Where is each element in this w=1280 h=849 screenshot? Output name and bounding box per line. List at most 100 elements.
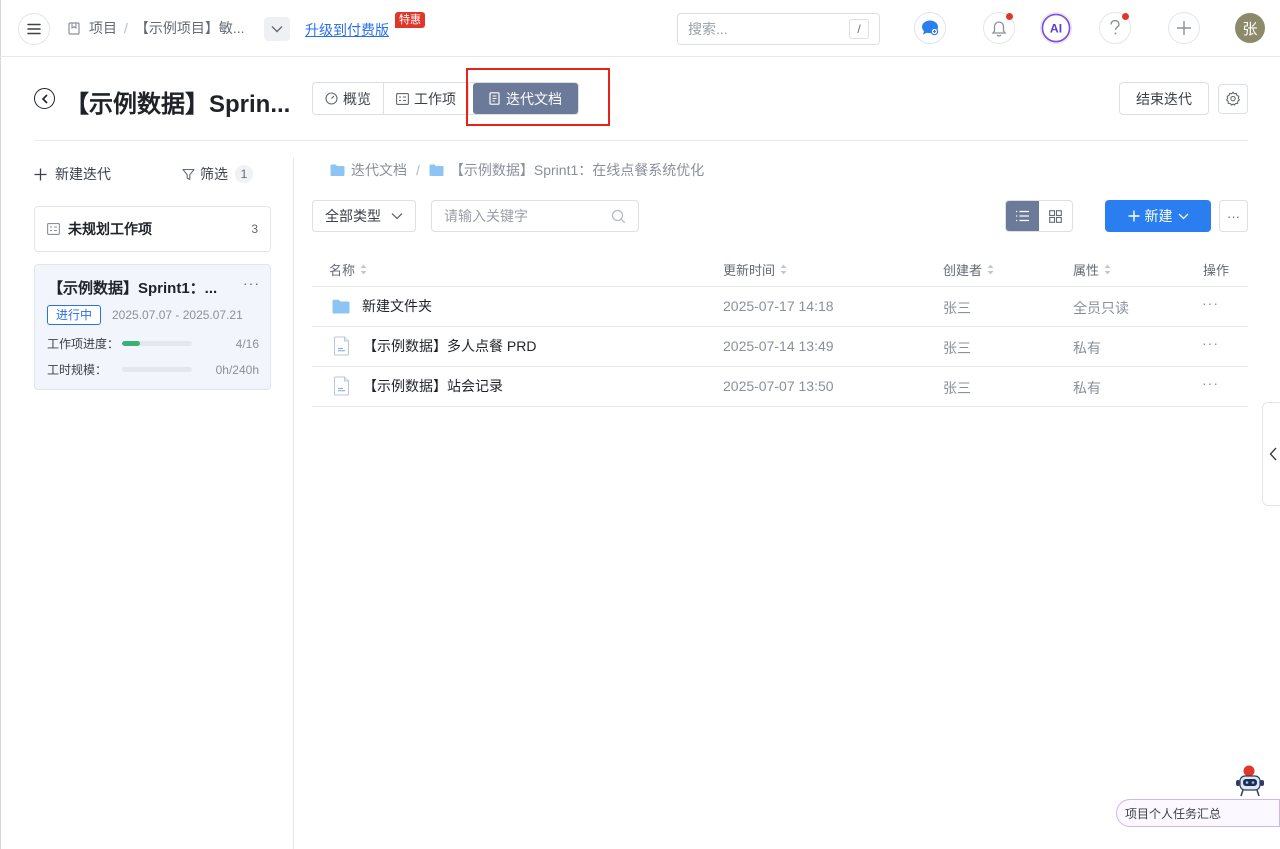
progress-value: 4/16 bbox=[235, 336, 259, 351]
tab-work-items-label: 工作项 bbox=[414, 90, 456, 107]
keyword-input[interactable] bbox=[444, 208, 611, 224]
sprint-date-range: 2025.07.07 - 2025.07.21 bbox=[112, 308, 243, 322]
filter-label: 筛选 bbox=[200, 166, 228, 182]
doc-breadcrumb-separator: / bbox=[416, 162, 420, 178]
sort-icon bbox=[987, 264, 994, 275]
doc-breadcrumb: 迭代文档 / 【示例数据】Sprint1：在线点餐系统优化 bbox=[330, 160, 704, 180]
back-button[interactable] bbox=[34, 88, 55, 109]
notification-dot bbox=[1006, 13, 1013, 20]
type-filter-value: 全部类型 bbox=[325, 208, 381, 224]
filter-button[interactable]: 筛选 1 bbox=[182, 164, 253, 184]
table-row[interactable]: 【示例数据】多人点餐 PRD 2025-07-14 13:49 张三 私有 ··… bbox=[312, 327, 1248, 367]
workload-value: 0h/240h bbox=[215, 362, 259, 377]
breadcrumb-project-link[interactable]: 项目 bbox=[89, 18, 117, 38]
keyword-search-field[interactable] bbox=[431, 200, 639, 232]
svg-text:AI: AI bbox=[1050, 22, 1062, 36]
unplanned-work-items[interactable]: 未规划工作项 3 bbox=[34, 206, 271, 252]
menu-button[interactable] bbox=[18, 13, 50, 45]
column-action-label: 操作 bbox=[1203, 263, 1230, 278]
tab-overview-label: 概览 bbox=[343, 90, 371, 107]
plus-icon bbox=[34, 168, 47, 180]
chat-bubble-icon bbox=[922, 20, 939, 36]
plus-icon bbox=[1177, 21, 1191, 35]
list-view-icon bbox=[1016, 210, 1029, 222]
row-name-cell: 【示例数据】多人点餐 PRD bbox=[332, 336, 536, 356]
unplanned-label: 未规划工作项 bbox=[68, 221, 152, 237]
folder-icon bbox=[429, 164, 444, 176]
ai-assistant-button[interactable]: AI bbox=[1040, 12, 1072, 44]
view-toggle bbox=[1005, 200, 1073, 232]
row-name[interactable]: 【示例数据】多人点餐 PRD bbox=[363, 336, 536, 356]
create-button[interactable]: 新建 bbox=[1105, 200, 1211, 232]
personal-task-summary-button[interactable]: 项目个人任务汇总 bbox=[1116, 799, 1280, 827]
row-name-cell: 新建文件夹 bbox=[332, 296, 432, 316]
filter-count-badge: 1 bbox=[235, 165, 253, 183]
column-name[interactable]: 名称 bbox=[329, 260, 367, 279]
folder-icon bbox=[332, 299, 350, 313]
bell-icon bbox=[991, 20, 1007, 37]
chevron-left-icon bbox=[41, 93, 48, 104]
help-button[interactable] bbox=[1099, 12, 1131, 44]
promo-badge: 特惠 bbox=[395, 12, 425, 28]
top-bar: 项目 / 【示例项目】敏... 升级到付费版 特惠 搜索... / AI 张 bbox=[0, 0, 1280, 57]
row-name[interactable]: 新建文件夹 bbox=[362, 296, 432, 316]
ai-icon: AI bbox=[1041, 13, 1071, 43]
column-name-label: 名称 bbox=[329, 263, 356, 278]
sort-icon bbox=[360, 264, 367, 275]
user-avatar[interactable]: 张 bbox=[1235, 13, 1265, 43]
upgrade-link[interactable]: 升级到付费版 bbox=[305, 20, 389, 40]
column-property[interactable]: 属性 bbox=[1073, 260, 1111, 279]
chat-button[interactable] bbox=[914, 12, 946, 44]
list-view-button[interactable] bbox=[1006, 201, 1039, 231]
highlight-annotation-box bbox=[466, 68, 610, 126]
more-options-button[interactable]: ··· bbox=[1219, 200, 1248, 232]
progress-metric: 工作项进度： 4/16 bbox=[47, 335, 259, 352]
sprint-card[interactable]: 【示例数据】Sprint1：... ··· 进行中 2025.07.07 - 2… bbox=[34, 264, 271, 390]
breadcrumb-current-project[interactable]: 【示例项目】敏... bbox=[135, 18, 245, 38]
plus-icon bbox=[1128, 210, 1139, 222]
type-filter-select[interactable]: 全部类型 bbox=[312, 200, 416, 232]
sprint-more-button[interactable]: ··· bbox=[243, 275, 260, 291]
progress-bar-fill bbox=[122, 341, 140, 346]
notifications-button[interactable] bbox=[983, 12, 1015, 44]
new-iteration-button[interactable]: 新建迭代 bbox=[34, 164, 111, 184]
column-action: 操作 bbox=[1203, 260, 1229, 279]
grid-view-button[interactable] bbox=[1039, 201, 1072, 231]
breadcrumb-separator: / bbox=[124, 20, 128, 36]
row-creator: 张三 bbox=[943, 340, 971, 356]
table-row[interactable]: 新建文件夹 2025-07-17 14:18 张三 全员只读 ··· bbox=[312, 287, 1248, 327]
column-updated-label: 更新时间 bbox=[723, 263, 776, 278]
column-creator-label: 创建者 bbox=[943, 263, 983, 278]
chevron-down-icon bbox=[271, 26, 283, 33]
row-property: 全员只读 bbox=[1073, 300, 1129, 316]
table-row[interactable]: 【示例数据】站会记录 2025-07-07 13:50 张三 私有 ··· bbox=[312, 367, 1248, 407]
row-name[interactable]: 【示例数据】站会记录 bbox=[363, 376, 503, 396]
row-more-button[interactable]: ··· bbox=[1202, 375, 1219, 391]
page-title: 【示例数据】Sprin... bbox=[65, 91, 291, 118]
help-dot bbox=[1122, 13, 1129, 20]
chevron-down-icon bbox=[1178, 213, 1188, 219]
doc-breadcrumb-current[interactable]: 【示例数据】Sprint1：在线点餐系统优化 bbox=[450, 160, 704, 180]
table-header: 名称 更新时间 创建者 属性 操作 bbox=[312, 248, 1248, 287]
side-panel-toggle[interactable] bbox=[1262, 402, 1280, 506]
sort-icon bbox=[1104, 264, 1111, 275]
settings-button[interactable] bbox=[1218, 84, 1248, 114]
tab-work-items[interactable]: 工作项 bbox=[384, 83, 469, 114]
row-creator: 张三 bbox=[943, 380, 971, 396]
quick-create-button[interactable] bbox=[1168, 12, 1200, 44]
progress-bar bbox=[122, 341, 192, 346]
header-divider bbox=[34, 140, 1248, 141]
assistant-robot-icon[interactable] bbox=[1232, 764, 1270, 802]
doc-breadcrumb-root[interactable]: 迭代文档 bbox=[351, 160, 407, 180]
row-updated: 2025-07-07 13:50 bbox=[723, 378, 834, 394]
end-iteration-button[interactable]: 结束迭代 bbox=[1119, 82, 1209, 115]
column-updated[interactable]: 更新时间 bbox=[723, 260, 787, 279]
global-search-input[interactable]: 搜索... / bbox=[677, 13, 880, 45]
unplanned-count: 3 bbox=[251, 222, 258, 236]
project-switch-dropdown[interactable] bbox=[264, 17, 290, 41]
dashboard-icon bbox=[325, 92, 338, 105]
row-more-button[interactable]: ··· bbox=[1202, 295, 1219, 311]
column-creator[interactable]: 创建者 bbox=[943, 260, 994, 279]
tab-overview[interactable]: 概览 bbox=[313, 83, 384, 114]
row-more-button[interactable]: ··· bbox=[1202, 335, 1219, 351]
